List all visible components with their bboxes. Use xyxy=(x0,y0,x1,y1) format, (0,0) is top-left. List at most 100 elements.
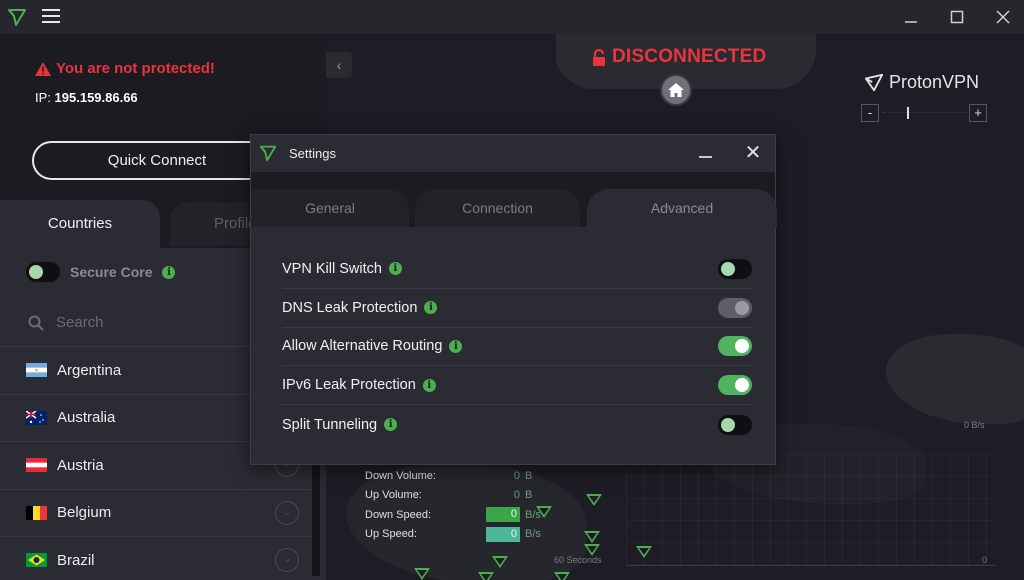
settings-title-bar: Settings ✕ xyxy=(251,135,775,172)
zoom-slider-thumb[interactable] xyxy=(907,107,909,119)
sidebar-scrollbar[interactable] xyxy=(312,446,320,576)
expand-chevron-icon[interactable]: ⌄ xyxy=(275,548,299,573)
setting-split-tunneling: Split Tunneling i xyxy=(282,405,752,444)
stat-value: 0 xyxy=(486,507,520,523)
tab-connection[interactable]: Connection xyxy=(415,189,580,227)
home-button[interactable] xyxy=(660,74,692,106)
flag-belgium-icon xyxy=(26,505,47,520)
server-marker[interactable] xyxy=(492,556,508,568)
zoom-out-button[interactable]: - xyxy=(861,104,879,122)
info-icon[interactable]: i xyxy=(384,418,398,432)
zoom-in-button[interactable]: + xyxy=(969,104,987,122)
settings-options: VPN Kill Switch i DNS Leak Protection i … xyxy=(282,250,752,444)
chevron-left-icon: ‹ xyxy=(336,57,342,73)
brand-name: ProtonVPN xyxy=(889,72,980,92)
stat-value: 0 xyxy=(486,526,520,542)
vpn-kill-switch-toggle[interactable] xyxy=(718,258,752,279)
settings-minimize-button[interactable] xyxy=(691,141,721,165)
settings-dialog: Settings ✕ General Connection Advanced V… xyxy=(250,134,777,465)
graph-time-label: 60 Seconds xyxy=(554,555,602,565)
flag-brazil-icon xyxy=(26,553,47,568)
stat-label: Down Speed: xyxy=(365,508,432,521)
setting-label: Split Tunneling xyxy=(282,416,378,433)
tab-countries[interactable]: Countries xyxy=(0,200,160,248)
stat-up-speed: Up Speed: 0 B/s xyxy=(365,525,565,545)
map-landmass xyxy=(886,334,1024,424)
server-marker[interactable] xyxy=(414,568,430,580)
minimize-button[interactable] xyxy=(888,0,934,34)
secure-core-row: Secure Core i xyxy=(26,262,176,282)
server-marker[interactable] xyxy=(586,494,602,506)
setting-alternative-routing: Allow Alternative Routing i xyxy=(282,328,752,367)
stat-down-volume: Down Volume: 0 B xyxy=(365,466,565,486)
home-icon xyxy=(668,83,684,97)
setting-label: DNS Leak Protection xyxy=(282,299,418,316)
tab-general[interactable]: General xyxy=(251,189,409,227)
stat-value: 0 xyxy=(513,489,520,502)
server-marker[interactable] xyxy=(536,506,552,518)
setting-label: Allow Alternative Routing xyxy=(282,338,443,355)
settings-divider xyxy=(251,172,775,189)
country-name: Belgium xyxy=(57,504,112,522)
split-tunneling-toggle[interactable] xyxy=(718,414,752,435)
connection-status: DISCONNECTED xyxy=(592,46,766,68)
stat-label: Up Volume: xyxy=(365,489,422,502)
country-item-brazil[interactable]: Brazil ⌄ xyxy=(0,536,310,580)
graph-max-label: 0 B/s xyxy=(964,420,985,430)
settings-close-button[interactable]: ✕ xyxy=(739,139,767,167)
minimize-icon xyxy=(699,156,712,158)
dns-leak-protection-toggle[interactable] xyxy=(718,297,752,318)
stat-value: 0 xyxy=(513,469,520,482)
country-item-belgium[interactable]: Belgium ⌄ xyxy=(0,488,310,537)
server-marker[interactable] xyxy=(584,544,600,556)
secure-core-label: Secure Core xyxy=(70,264,153,280)
minimize-icon xyxy=(905,21,917,23)
hamburger-menu-icon[interactable] xyxy=(42,9,60,25)
flag-australia-icon xyxy=(26,410,47,425)
tab-advanced[interactable]: Advanced xyxy=(587,189,777,227)
alternative-routing-toggle[interactable] xyxy=(718,336,752,357)
title-bar xyxy=(0,0,1024,34)
country-name: Brazil xyxy=(57,551,95,569)
traffic-stats: Down Volume: 0 B Up Volume: 0 B Down Spe… xyxy=(365,466,565,544)
server-marker[interactable] xyxy=(478,572,494,580)
unlocked-icon xyxy=(593,48,605,66)
protection-warning: You are not protected! xyxy=(35,60,215,77)
info-icon[interactable]: i xyxy=(162,265,176,279)
server-marker[interactable] xyxy=(554,572,570,580)
warning-text: You are not protected! xyxy=(56,60,215,77)
server-marker[interactable] xyxy=(636,546,652,558)
info-icon[interactable]: i xyxy=(388,262,402,276)
stat-unit: B xyxy=(525,469,533,482)
map-zoom-control: - + xyxy=(861,104,989,122)
ip-label: IP: xyxy=(35,90,51,105)
expand-chevron-icon[interactable]: ⌄ xyxy=(275,500,299,525)
setting-label-wrap: IPv6 Leak Protection i xyxy=(282,377,436,393)
stat-down-speed: Down Speed: 0 B/s xyxy=(365,505,565,525)
protonvpn-logo-icon xyxy=(8,9,26,26)
close-button[interactable] xyxy=(980,0,1024,34)
maximize-icon xyxy=(950,10,964,24)
close-icon: ✕ xyxy=(744,142,762,164)
setting-label-wrap: Split Tunneling i xyxy=(282,416,398,433)
settings-tabs: General Connection Advanced xyxy=(251,189,777,227)
zoom-track xyxy=(883,112,967,114)
secure-core-toggle[interactable] xyxy=(26,262,60,282)
info-icon[interactable]: i xyxy=(422,378,436,392)
setting-ipv6-leak-protection: IPv6 Leak Protection i xyxy=(282,366,752,406)
server-marker[interactable] xyxy=(584,531,600,543)
stat-unit: B/s xyxy=(525,528,541,541)
info-icon[interactable]: i xyxy=(424,301,438,315)
country-name: Australia xyxy=(57,409,116,427)
flag-argentina-icon xyxy=(26,363,47,378)
collapse-sidebar-button[interactable]: ‹ xyxy=(326,52,352,78)
ip-value: 195.159.86.66 xyxy=(54,90,138,105)
traffic-graph xyxy=(626,454,996,566)
country-name: Argentina xyxy=(57,361,122,379)
info-icon[interactable]: i xyxy=(449,339,463,353)
setting-label-wrap: DNS Leak Protection i xyxy=(282,299,438,316)
maximize-button[interactable] xyxy=(934,0,980,34)
ipv6-leak-protection-toggle[interactable] xyxy=(718,375,752,396)
quick-connect-button[interactable]: Quick Connect xyxy=(32,141,282,180)
search-input[interactable] xyxy=(56,314,256,331)
